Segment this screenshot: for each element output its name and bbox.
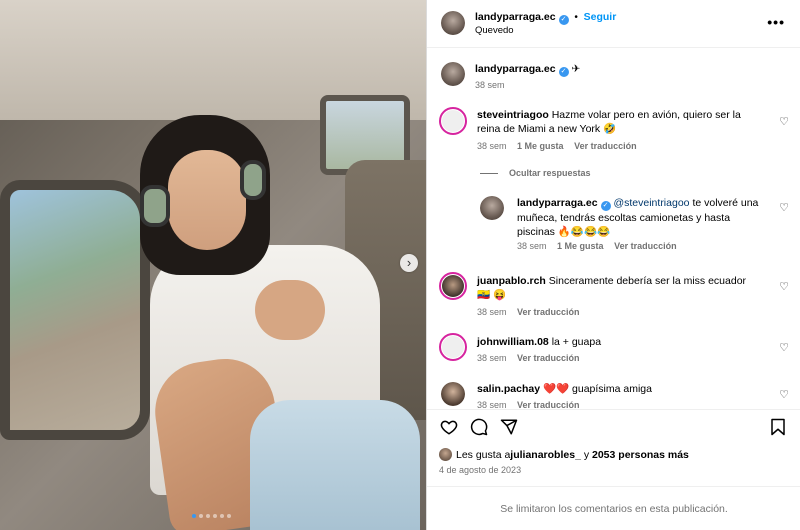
comment-time: 38 sem xyxy=(477,353,507,363)
comment-time: 38 sem xyxy=(477,307,507,317)
comments-limited-notice: Se limitaron los comentarios en esta pub… xyxy=(427,486,800,530)
post-date[interactable]: 4 de agosto de 2023 xyxy=(439,465,521,475)
comment-meta: 38 sem 1 Me gusta Ver traducción xyxy=(477,141,637,151)
footer-text: Se limitaron los comentarios en esta pub… xyxy=(500,502,728,515)
share-icon[interactable] xyxy=(500,418,518,436)
translate-link[interactable]: Ver traducción xyxy=(574,141,637,151)
carousel-next-button[interactable]: › xyxy=(400,254,418,272)
comment-text: ❤️❤️ guapísima amiga xyxy=(542,383,652,395)
verified-icon: ✓ xyxy=(558,15,569,25)
header-avatar[interactable] xyxy=(441,11,465,35)
comment-icon[interactable] xyxy=(470,418,488,436)
carousel-dots xyxy=(192,514,231,518)
comment-likes[interactable]: 1 Me gusta xyxy=(517,141,564,151)
post-header: landyparraga.ec ✓ • Seguir Quevedo ••• xyxy=(427,0,800,48)
caption-avatar[interactable] xyxy=(441,62,465,86)
comment-meta: 38 sem Ver traducción xyxy=(477,353,580,363)
reply-meta: 38 sem 1 Me gusta Ver traducción xyxy=(517,241,677,251)
post-photo[interactable]: › xyxy=(0,0,426,530)
likes-count[interactable]: 2053 personas más xyxy=(592,449,689,461)
reply-likes[interactable]: 1 Me gusta xyxy=(557,241,604,251)
like-comment-icon[interactable]: ♡ xyxy=(779,280,789,293)
comment-username[interactable]: steveintriagoo xyxy=(477,109,549,121)
translate-link[interactable]: Ver traducción xyxy=(517,400,580,409)
likes-summary: Les gusta a julianarobles_ y 2053 person… xyxy=(439,448,689,461)
like-comment-icon[interactable]: ♡ xyxy=(779,341,789,354)
plane-window xyxy=(0,180,150,440)
verified-icon: ✓ xyxy=(600,201,611,211)
likes-prefix: Les gusta a xyxy=(456,448,511,461)
comment-meta: 38 sem Ver traducción xyxy=(477,400,580,409)
like-comment-icon[interactable]: ♡ xyxy=(779,388,789,401)
save-icon[interactable] xyxy=(770,418,786,436)
carousel-dot xyxy=(199,514,203,518)
header-location[interactable]: Quevedo xyxy=(475,25,514,36)
hide-replies[interactable]: Ocultar respuestas xyxy=(427,167,800,181)
liker-username[interactable]: julianarobles_ xyxy=(510,449,581,461)
reply-time: 38 sem xyxy=(517,241,547,251)
comment-username[interactable]: juanpablo.rch xyxy=(477,275,546,287)
caption-username[interactable]: landyparraga.ec xyxy=(475,63,556,75)
person-pants xyxy=(250,400,420,530)
more-options-icon[interactable]: ••• xyxy=(767,14,785,30)
person-face xyxy=(168,150,246,250)
headset-right xyxy=(240,160,266,200)
divider xyxy=(427,409,800,410)
comment-text: la + guapa xyxy=(551,336,602,348)
separator-dot: • xyxy=(574,12,578,23)
caption-text: ✈ xyxy=(571,63,581,75)
hide-replies-label[interactable]: Ocultar respuestas xyxy=(509,168,591,178)
carousel-dot xyxy=(213,514,217,518)
comment-time: 38 sem xyxy=(477,141,507,151)
comment-meta: 38 sem Ver traducción xyxy=(477,307,580,317)
likes-middle: y xyxy=(580,448,592,461)
carousel-dot xyxy=(192,514,196,518)
reply-username[interactable]: landyparraga.ec xyxy=(517,197,598,209)
caption-time: 38 sem xyxy=(475,80,505,90)
comment-username[interactable]: johnwilliam.08 xyxy=(477,336,549,348)
like-icon[interactable] xyxy=(440,418,458,436)
translate-link[interactable]: Ver traducción xyxy=(517,307,580,317)
comment-avatar[interactable] xyxy=(439,272,467,300)
comments-list[interactable]: landyparraga.ec ✓ ✈ 38 sem steveintriagoo… xyxy=(427,49,800,409)
carousel-dot xyxy=(206,514,210,518)
like-comment-icon[interactable]: ♡ xyxy=(779,201,789,214)
translate-link[interactable]: Ver traducción xyxy=(614,241,677,251)
chevron-right-icon: › xyxy=(406,255,412,270)
comment-avatar[interactable] xyxy=(441,382,465,406)
comment-avatar[interactable] xyxy=(439,333,467,361)
follow-button[interactable]: Seguir xyxy=(584,11,617,23)
comment-time: 38 sem xyxy=(477,400,507,409)
carousel-dot xyxy=(220,514,224,518)
comment-avatar[interactable] xyxy=(439,107,467,135)
post-actions xyxy=(427,412,800,442)
reply-avatar[interactable] xyxy=(480,196,504,220)
post-side-panel: landyparraga.ec ✓ • Seguir Quevedo ••• la… xyxy=(426,0,800,530)
replies-line xyxy=(480,173,498,174)
liker-avatar[interactable] xyxy=(439,448,452,461)
carousel-dot xyxy=(227,514,231,518)
reply-mention[interactable]: @steveintriagoo xyxy=(613,197,689,209)
translate-link[interactable]: Ver traducción xyxy=(517,353,580,363)
verified-icon: ✓ xyxy=(558,67,569,77)
person-hand xyxy=(255,280,325,340)
header-username[interactable]: landyparraga.ec xyxy=(475,11,556,23)
like-comment-icon[interactable]: ♡ xyxy=(779,115,789,128)
comment-username[interactable]: salin.pachay xyxy=(477,383,540,395)
headset-left xyxy=(140,185,170,227)
